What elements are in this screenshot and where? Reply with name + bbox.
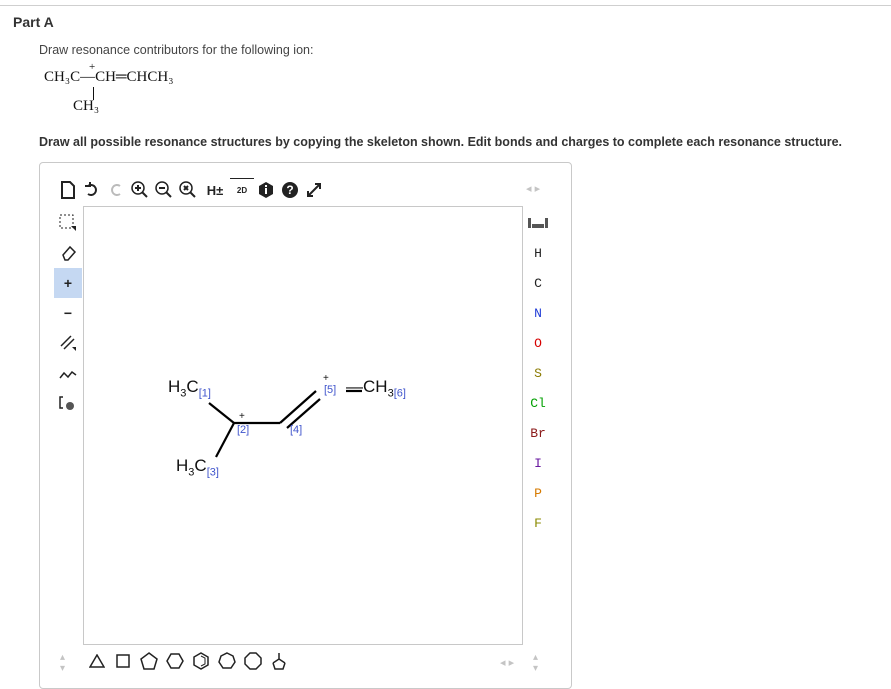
top-divider: [0, 5, 891, 6]
top-scroll-arrows[interactable]: ◂ ▸: [526, 182, 540, 195]
element-i-button[interactable]: I: [524, 448, 552, 478]
select-tool-icon[interactable]: [54, 208, 82, 238]
bottom-right-scroll[interactable]: ◂ ▸: [500, 656, 514, 669]
negative-charge-tool[interactable]: −: [54, 298, 82, 328]
atom-2-charge: +: [239, 411, 245, 422]
element-n-button[interactable]: N: [524, 298, 552, 328]
element-s-button[interactable]: S: [524, 358, 552, 388]
zoom-out-icon[interactable]: [152, 178, 176, 202]
formula-main: CH₃C—CH═CHCH₃: [44, 69, 174, 85]
element-br-button[interactable]: Br: [524, 418, 552, 448]
bottom-left-scroll[interactable]: ▴ ▾: [60, 652, 65, 674]
heptagon-ring-icon[interactable]: [214, 649, 240, 673]
bond-1-2: [208, 402, 235, 424]
hexagon-ring-icon[interactable]: [162, 649, 188, 673]
help-icon[interactable]: ?: [278, 178, 302, 202]
bottom-right-scroll-vertical[interactable]: ▴ ▾: [533, 652, 538, 674]
benzene-ring-icon[interactable]: [188, 649, 214, 673]
octagon-ring-icon[interactable]: [240, 649, 266, 673]
eraser-icon[interactable]: [54, 238, 82, 268]
molecule-drawing: [208, 389, 362, 458]
element-o-button[interactable]: O: [524, 328, 552, 358]
ring-template-toolbar: [84, 649, 292, 673]
atom-1: H3C[1]: [168, 377, 211, 400]
element-p-button[interactable]: P: [524, 478, 552, 508]
element-h-button[interactable]: H: [524, 238, 552, 268]
redo-icon[interactable]: [104, 178, 128, 202]
pentagon-ring-icon[interactable]: [136, 649, 162, 673]
new-document-icon[interactable]: [56, 178, 80, 202]
toggle-hydrogens-button[interactable]: H±: [200, 178, 230, 202]
element-f-button[interactable]: F: [524, 508, 552, 538]
formula-branch: CH₃: [73, 98, 100, 114]
svg-text:?: ?: [286, 183, 293, 197]
bond-tool-icon[interactable]: [54, 328, 82, 358]
editor-top-toolbar: H± 2D ?: [56, 177, 326, 203]
clean-2d-button[interactable]: 2D: [230, 177, 254, 203]
bond-2-3: [215, 422, 235, 458]
square-ring-icon[interactable]: [110, 649, 136, 673]
atom-4-index: [4]: [290, 424, 303, 436]
atom-6: —CH3[6]: [346, 377, 406, 400]
part-title: Part A: [13, 14, 54, 30]
atom-2-index: [2]: [237, 424, 250, 436]
atom-3: H3C[3]: [176, 456, 219, 479]
element-cl-button[interactable]: Cl: [524, 388, 552, 418]
chair-cyclohexane-icon[interactable]: [266, 649, 292, 673]
positive-charge-tool[interactable]: +: [54, 268, 82, 298]
zoom-in-icon[interactable]: [128, 178, 152, 202]
periodic-table-icon[interactable]: [524, 208, 552, 238]
template-tool-icon[interactable]: [54, 388, 82, 418]
triangle-ring-icon[interactable]: [84, 649, 110, 673]
atom-5-index: [5]: [324, 384, 337, 396]
question-prompt: Draw resonance contributors for the foll…: [39, 43, 314, 57]
fullscreen-icon[interactable]: [302, 178, 326, 202]
chain-tool-icon[interactable]: [54, 358, 82, 388]
info-icon[interactable]: [254, 178, 278, 202]
element-palette: H C N O S Cl Br I P F: [524, 208, 552, 538]
atom-5-charge: +: [323, 373, 329, 384]
ion-formula: + CH₃C—CH═CHCH₃ CH₃: [44, 61, 244, 119]
undo-icon[interactable]: [80, 178, 104, 202]
drawing-canvas[interactable]: H3C[1] + [2] H3C[3] [4] + [5] —CH3[6]: [83, 206, 523, 645]
clear-zoom-icon[interactable]: [176, 178, 200, 202]
editor-left-toolbar: + −: [54, 208, 82, 418]
element-c-button[interactable]: C: [524, 268, 552, 298]
instruction-text: Draw all possible resonance structures b…: [39, 135, 842, 149]
